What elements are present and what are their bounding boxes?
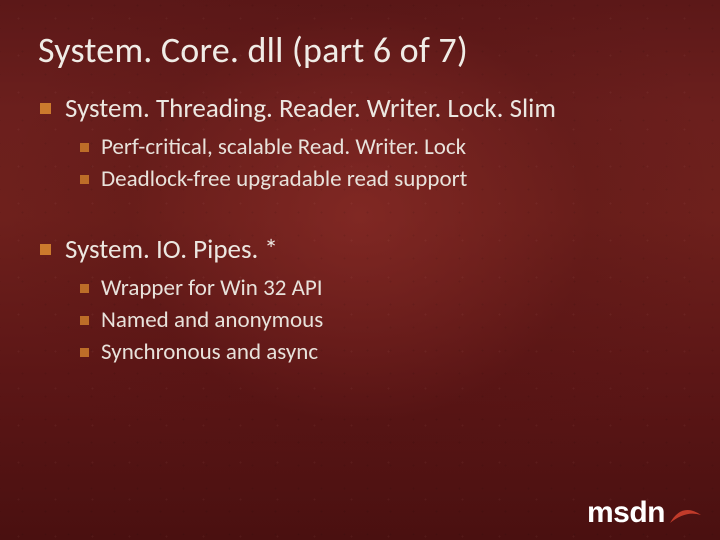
list-item-text: Perf-critical, scalable Read. Writer. Lo…: [101, 133, 466, 161]
slide-container: System. Core. dll (part 6 of 7) System. …: [0, 0, 720, 540]
list-item: Wrapper for Win 32 API: [80, 274, 682, 302]
list-item-text: Deadlock-free upgradable read support: [101, 165, 467, 193]
section-2-items: Wrapper for Win 32 API Named and anonymo…: [80, 274, 682, 366]
bullet-icon: [80, 316, 89, 325]
list-item: Synchronous and async: [80, 338, 682, 366]
bullet-icon: [80, 143, 89, 152]
slide-title: System. Core. dll (part 6 of 7): [38, 28, 682, 72]
section-heading-row: System. IO. Pipes. *: [38, 233, 682, 266]
bullet-icon: [80, 348, 89, 357]
msdn-logo: msdn: [587, 498, 702, 528]
list-item-text: Named and anonymous: [101, 306, 323, 334]
logo-text: msdn: [587, 498, 665, 528]
list-item: Named and anonymous: [80, 306, 682, 334]
bullet-icon: [80, 175, 89, 184]
list-item-text: Wrapper for Win 32 API: [101, 274, 323, 302]
list-item-text: Synchronous and async: [101, 338, 318, 366]
bullet-icon: [80, 284, 89, 293]
list-item: Perf-critical, scalable Read. Writer. Lo…: [80, 133, 682, 161]
section-heading: System. Threading. Reader. Writer. Lock.…: [65, 92, 556, 125]
section-1-items: Perf-critical, scalable Read. Writer. Lo…: [80, 133, 682, 193]
swoosh-icon: [668, 506, 702, 526]
bullet-icon: [40, 103, 51, 114]
bullet-icon: [40, 244, 51, 255]
section-1: System. Threading. Reader. Writer. Lock.…: [38, 92, 682, 193]
section-heading: System. IO. Pipes. *: [65, 233, 278, 266]
section-heading-row: System. Threading. Reader. Writer. Lock.…: [38, 92, 682, 125]
section-2: System. IO. Pipes. * Wrapper for Win 32 …: [38, 233, 682, 366]
list-item: Deadlock-free upgradable read support: [80, 165, 682, 193]
